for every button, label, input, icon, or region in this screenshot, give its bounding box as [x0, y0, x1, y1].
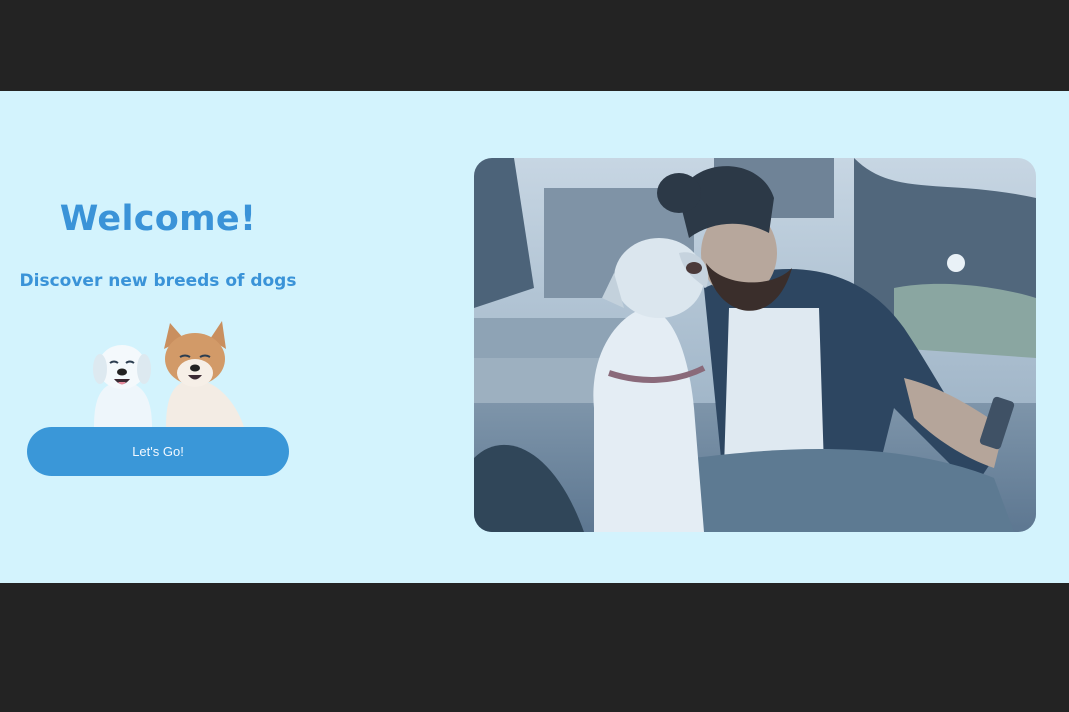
dogs-illustration: [86, 319, 246, 429]
page-subtitle: Discover new breeds of dogs: [19, 271, 297, 291]
white-dog: [93, 345, 152, 427]
man-with-dog-image: [474, 158, 1036, 532]
page-title: Welcome!: [59, 199, 257, 239]
hero-photo: [474, 158, 1036, 532]
letterbox-top: [0, 0, 1069, 91]
welcome-panel: Welcome! Discover new breeds of dogs Let…: [0, 91, 320, 583]
lets-go-button[interactable]: Let's Go!: [27, 427, 289, 476]
dogs-image: [93, 321, 244, 427]
shiba-dog: [164, 321, 244, 427]
welcome-screen: Welcome! Discover new breeds of dogs Let…: [0, 91, 1069, 583]
letterbox-bottom: [0, 583, 1069, 712]
